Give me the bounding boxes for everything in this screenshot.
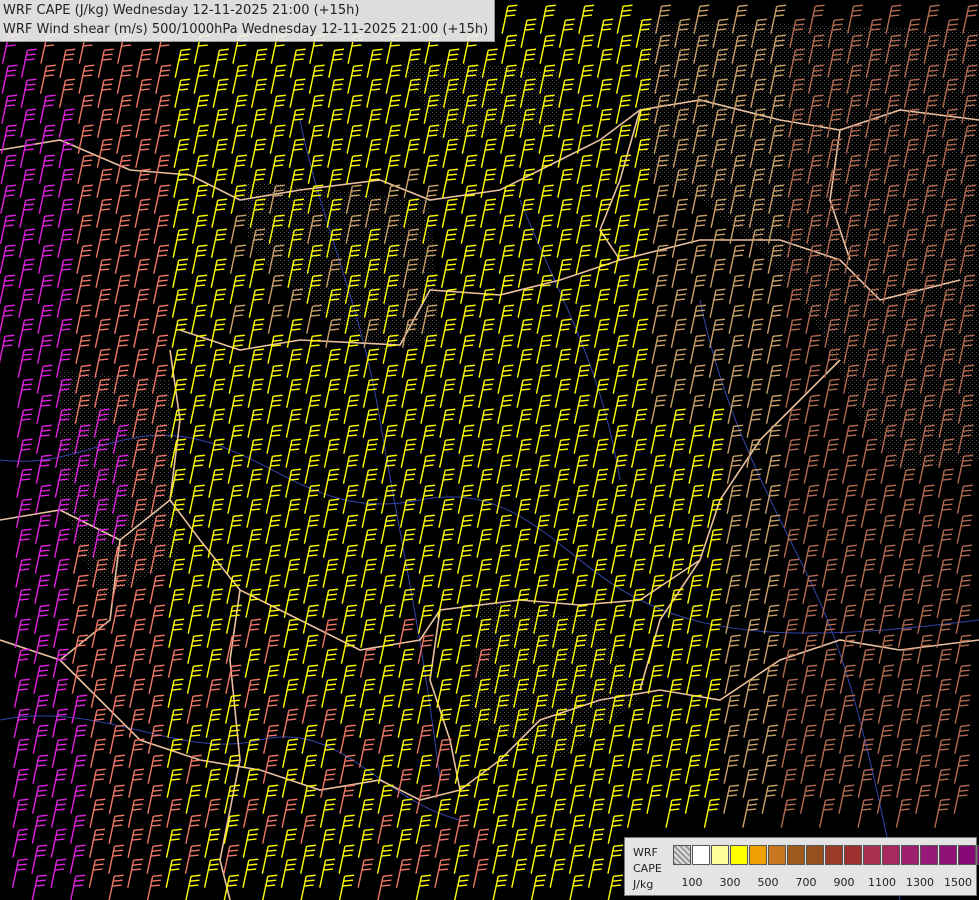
cape-shear-map xyxy=(0,0,979,900)
